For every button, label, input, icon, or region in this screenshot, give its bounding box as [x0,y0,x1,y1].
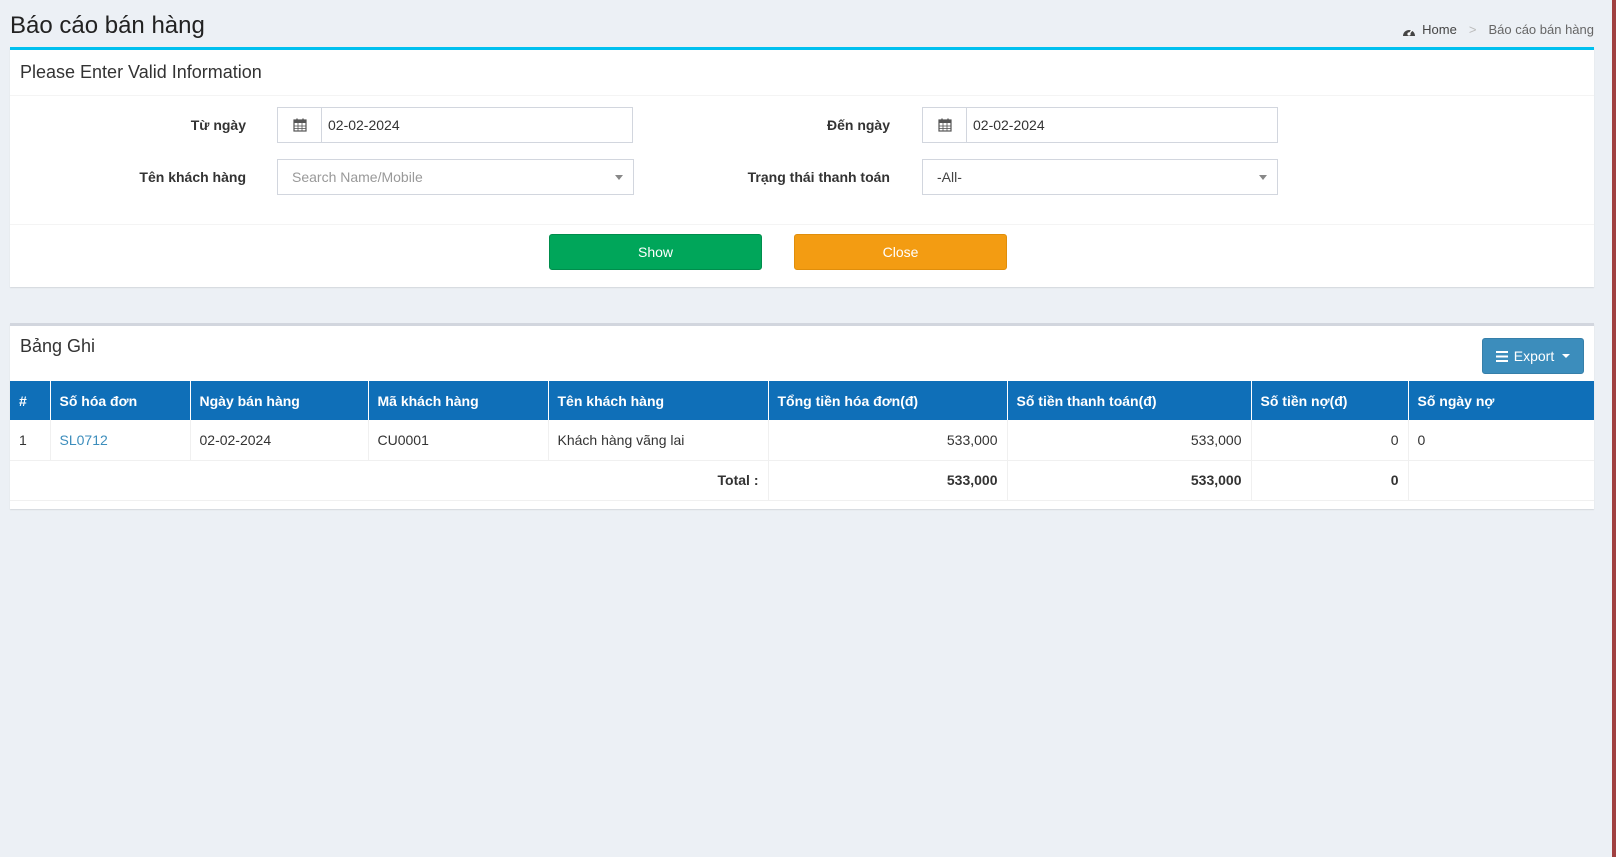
breadcrumb-current: Báo cáo bán hàng [1488,22,1594,37]
breadcrumb: Home > Báo cáo bán hàng [1402,22,1594,37]
column-header-index[interactable]: # [10,381,51,420]
cell-date: 02-02-2024 [190,420,369,461]
totals-paid: 533,000 [1007,460,1252,501]
from-date-group [277,107,633,143]
table-row: 1 SL0712 02-02-2024 CU0001 Khách hàng vã… [10,420,1594,461]
records-box-header: Bảng Ghi [10,326,1594,366]
column-header-debt[interactable]: Số tiền nợ(đ) [1251,381,1409,420]
column-header-customer-code[interactable]: Mã khách hàng [368,381,549,420]
filter-box-title: Please Enter Valid Information [20,62,262,82]
show-button[interactable]: Show [549,234,762,270]
customer-placeholder: Search Name/Mobile [292,169,423,185]
totals-debt: 0 [1251,460,1409,501]
payment-status-value: -All- [937,169,962,185]
export-label: Export [1513,348,1555,364]
list-icon [1495,350,1508,362]
page-title: Báo cáo bán hàng [10,12,205,39]
column-header-total[interactable]: Tổng tiền hóa đơn(đ) [768,381,1008,420]
calendar-icon[interactable] [278,108,322,142]
customer-select[interactable]: Search Name/Mobile [277,159,634,195]
cell-paid: 533,000 [1007,420,1252,461]
close-button[interactable]: Close [794,234,1007,270]
cell-debt-days: 0 [1408,420,1594,461]
scrollbar-strip[interactable] [1612,0,1616,857]
chevron-down-icon [615,175,623,180]
customer-label: Tên khách hàng [139,169,246,185]
column-header-invoice[interactable]: Số hóa đơn [50,381,191,420]
records-table: # Số hóa đơn Ngày bán hàng Mã khách hàng… [10,381,1594,501]
filter-form: Từ ngày Đến ngày [10,96,1594,225]
cell-customer-code: CU0001 [368,420,549,461]
to-date-label: Đến ngày [826,117,890,133]
export-button[interactable]: Export [1482,338,1584,374]
totals-total: 533,000 [768,460,1008,501]
column-header-customer-name[interactable]: Tên khách hàng [548,381,769,420]
totals-label: Total : [10,460,769,501]
payment-status-select[interactable]: -All- [922,159,1278,195]
caret-down-icon [1562,354,1571,358]
records-box-title: Bảng Ghi [20,336,96,356]
chevron-down-icon [1259,175,1267,180]
to-date-input[interactable] [967,108,1277,142]
cell-total: 533,000 [768,420,1008,461]
table-header-row: # Số hóa đơn Ngày bán hàng Mã khách hàng… [10,381,1594,420]
invoice-link[interactable]: SL0712 [60,432,108,448]
cell-invoice: SL0712 [50,420,191,461]
from-date-input[interactable] [322,108,632,142]
payment-status-label: Trạng thái thanh toán [747,169,890,185]
cell-index: 1 [10,420,51,461]
column-header-debt-days[interactable]: Số ngày nợ [1408,381,1594,420]
filter-box-header: Please Enter Valid Information [10,50,1594,96]
to-date-group [922,107,1278,143]
totals-empty [1408,460,1594,501]
column-header-date[interactable]: Ngày bán hàng [190,381,369,420]
totals-row: Total : 533,000 533,000 0 [10,460,1594,501]
page: Báo cáo bán hàng Home > Báo cáo bán hàng… [0,0,1616,857]
from-date-label: Từ ngày [190,117,246,133]
filter-box: Please Enter Valid Information Từ ngày 0… [10,47,1594,287]
cell-customer-name: Khách hàng vãng lai [548,420,769,461]
calendar-icon[interactable] [923,108,967,142]
column-header-paid[interactable]: Số tiền thanh toán(đ) [1007,381,1252,420]
cell-debt: 0 [1251,420,1409,461]
content-header: Báo cáo bán hàng Home > Báo cáo bán hàng [10,12,1594,46]
breadcrumb-separator: > [1468,22,1477,37]
records-box: Bảng Ghi Export # Số hóa đơn Ngày bán hà… [10,323,1594,509]
dashboard-icon [1402,25,1416,36]
breadcrumb-home[interactable]: Home [1422,22,1457,37]
